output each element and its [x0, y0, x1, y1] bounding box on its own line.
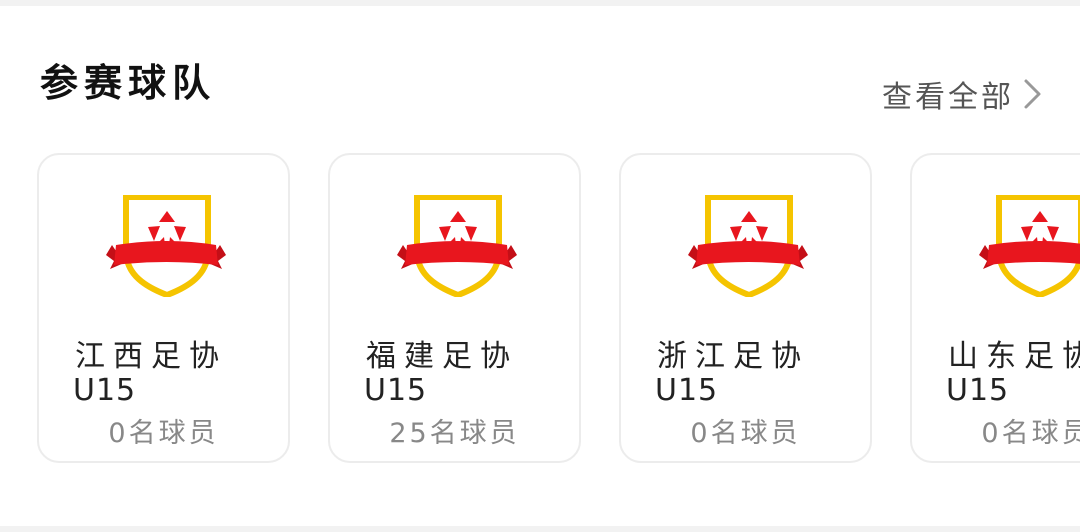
team-crest-icon [688, 195, 808, 297]
team-player-count: 0名球员 [981, 418, 1080, 449]
team-name: 江西足协 [75, 339, 227, 374]
team-crest-icon [106, 195, 226, 297]
section-title: 参赛球队 [40, 61, 217, 105]
team-card-list: 江西足协 U15 0名球员 福建足协 U15 25名球员 浙江足协 U15 0名… [37, 153, 1080, 465]
team-card[interactable]: 福建足协 U15 25名球员 [328, 153, 581, 463]
team-player-count: 0名球员 [690, 418, 801, 449]
teams-section: 参赛球队 查看全部 江西足协 U15 0名球员 福建足协 U15 25名球员 浙… [0, 6, 1080, 526]
team-crest-icon [397, 195, 517, 297]
team-name: 浙江足协 [657, 339, 809, 374]
team-age-group: U15 [73, 373, 137, 408]
team-player-count: 0名球员 [108, 418, 219, 449]
team-age-group: U15 [655, 373, 719, 408]
team-name: 福建足协 [366, 339, 518, 374]
team-age-group: U15 [364, 373, 428, 408]
team-card[interactable]: 江西足协 U15 0名球员 [37, 153, 290, 463]
view-all-label: 查看全部 [882, 80, 1014, 115]
team-age-group: U15 [946, 373, 1010, 408]
team-crest-icon [979, 195, 1080, 297]
team-card[interactable]: 浙江足协 U15 0名球员 [619, 153, 872, 463]
chevron-right-icon [1024, 79, 1041, 109]
team-player-count: 25名球员 [389, 418, 520, 449]
team-card[interactable]: 山东足协 U15 0名球员 [910, 153, 1080, 463]
team-name: 山东足协 [948, 339, 1080, 374]
view-all-button[interactable]: 查看全部 [882, 72, 1044, 116]
